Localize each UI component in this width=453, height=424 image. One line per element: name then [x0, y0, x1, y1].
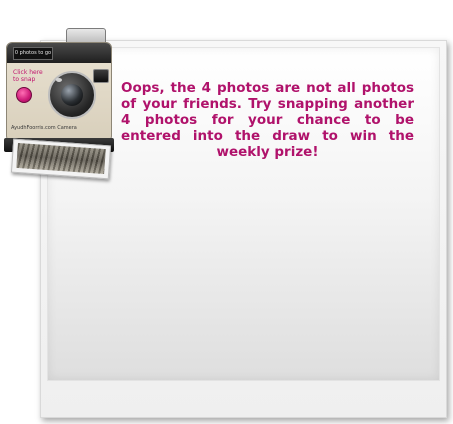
snap-button[interactable]	[16, 87, 32, 103]
printed-photo	[10, 138, 112, 180]
stage: Oops, the 4 photos are not all photos of…	[0, 0, 453, 424]
error-message: Oops, the 4 photos are not all photos of…	[121, 80, 414, 160]
lens-icon	[48, 71, 96, 119]
lens-shine	[56, 78, 62, 82]
camera[interactable]: 0 photos to go Click here to snap AyudhF…	[4, 14, 114, 180]
click-to-snap-label: Click here to snap	[13, 69, 43, 83]
photo-counter: 0 photos to go	[13, 47, 53, 60]
camera-brand-label: AyudhFoorris.com Camera	[11, 125, 77, 131]
camera-top-band: 0 photos to go	[7, 43, 111, 63]
viewfinder-icon	[93, 69, 109, 83]
camera-body: 0 photos to go Click here to snap AyudhF…	[6, 42, 112, 142]
lens-glass	[61, 84, 83, 106]
printed-photo-image	[16, 142, 106, 175]
